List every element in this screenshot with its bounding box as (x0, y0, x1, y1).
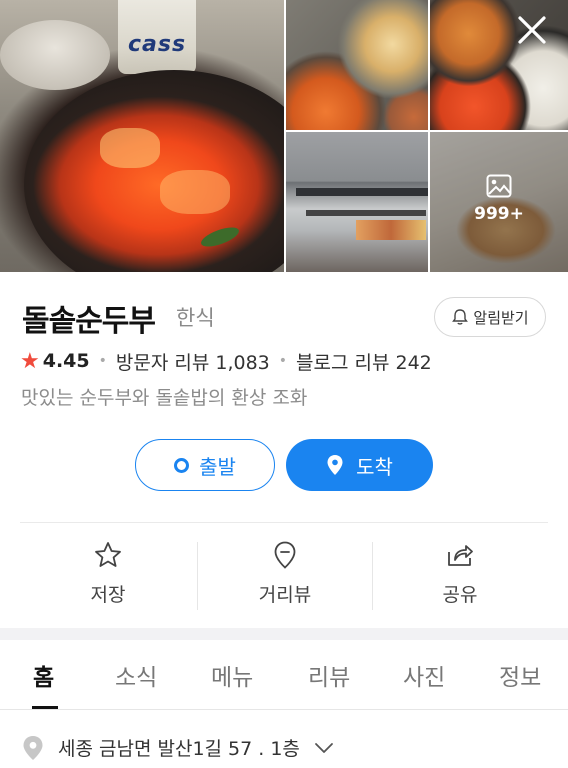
tab-reviews[interactable]: 리뷰 (308, 658, 350, 692)
bell-icon (452, 309, 469, 325)
map-pin-icon (23, 735, 43, 760)
tab-bar: 홈 소식 메뉴 리뷰 사진 정보 (0, 640, 568, 710)
chevron-down-icon (315, 742, 333, 753)
place-name: 돌솥순두부 (22, 304, 156, 339)
blog-reviews-link[interactable]: 블로그 리뷰 242 (296, 348, 432, 375)
tab-home[interactable]: 홈 (33, 658, 54, 692)
more-photos-count: 999+ (474, 204, 524, 224)
tab-info[interactable]: 정보 (499, 658, 541, 692)
star-outline-icon (95, 542, 121, 567)
counter-rail-decor (296, 188, 428, 196)
address-text: 세종 금남면 발산1길 57 . 1층 (58, 738, 300, 760)
divider (20, 522, 548, 523)
depart-label: 출발 (199, 454, 236, 479)
separator-dot: • (98, 353, 107, 369)
close-icon[interactable] (514, 12, 550, 48)
image-icon (486, 174, 512, 198)
location-pin-icon (327, 455, 343, 475)
tofu-decor (100, 128, 160, 168)
more-photos-overlay (430, 132, 568, 272)
depart-button[interactable]: 출발 (135, 439, 275, 491)
main-photo[interactable]: cass (0, 0, 284, 272)
counter-rail-decor (306, 210, 426, 216)
notify-button[interactable]: 알림받기 (434, 297, 546, 337)
address-row[interactable]: 세종 금남면 발산1길 57 . 1층 (22, 734, 334, 761)
photo-thumb-1[interactable] (286, 0, 428, 130)
share-button[interactable]: 공유 (372, 540, 548, 612)
place-category: 한식 (176, 306, 215, 330)
tab-photos[interactable]: 사진 (403, 658, 445, 692)
tofu-decor (160, 170, 230, 214)
photo-gallery: cass 999+ (0, 0, 568, 272)
rating-star-icon: ★ (20, 348, 40, 374)
arrive-button[interactable]: 도착 (286, 439, 433, 491)
photo-thumb-3[interactable] (286, 132, 428, 272)
buffet-food-decor (356, 220, 426, 240)
side-bowl-decor (0, 20, 110, 90)
rating-score: 4.45 (42, 350, 90, 372)
stone-pot-decor (24, 70, 284, 272)
tab-news[interactable]: 소식 (115, 658, 157, 692)
street-view-label: 거리뷰 (258, 584, 312, 606)
tab-menu[interactable]: 메뉴 (211, 658, 253, 692)
rating-row: ★ 4.45 • 방문자 리뷰 1,083 • 블로그 리뷰 242 (20, 347, 432, 375)
visitor-reviews-link[interactable]: 방문자 리뷰 1,083 (116, 348, 270, 375)
place-description: 맛있는 순두부와 돌솥밥의 환상 조화 (21, 387, 308, 409)
active-tab-indicator (32, 706, 58, 709)
separator-dot: • (278, 353, 288, 369)
glass-brand-text: cass (128, 32, 187, 57)
share-label: 공유 (442, 584, 478, 606)
street-view-pin-icon (274, 541, 296, 569)
arrive-label: 도착 (356, 454, 393, 479)
origin-dot-icon (174, 457, 190, 473)
street-view-button[interactable]: 거리뷰 (197, 540, 373, 612)
share-icon (448, 545, 473, 566)
section-gap (0, 628, 568, 640)
photo-thumb-more[interactable]: 999+ (430, 132, 568, 272)
notify-label: 알림받기 (473, 308, 529, 327)
save-button[interactable]: 저장 (20, 540, 196, 612)
save-label: 저장 (90, 584, 126, 606)
